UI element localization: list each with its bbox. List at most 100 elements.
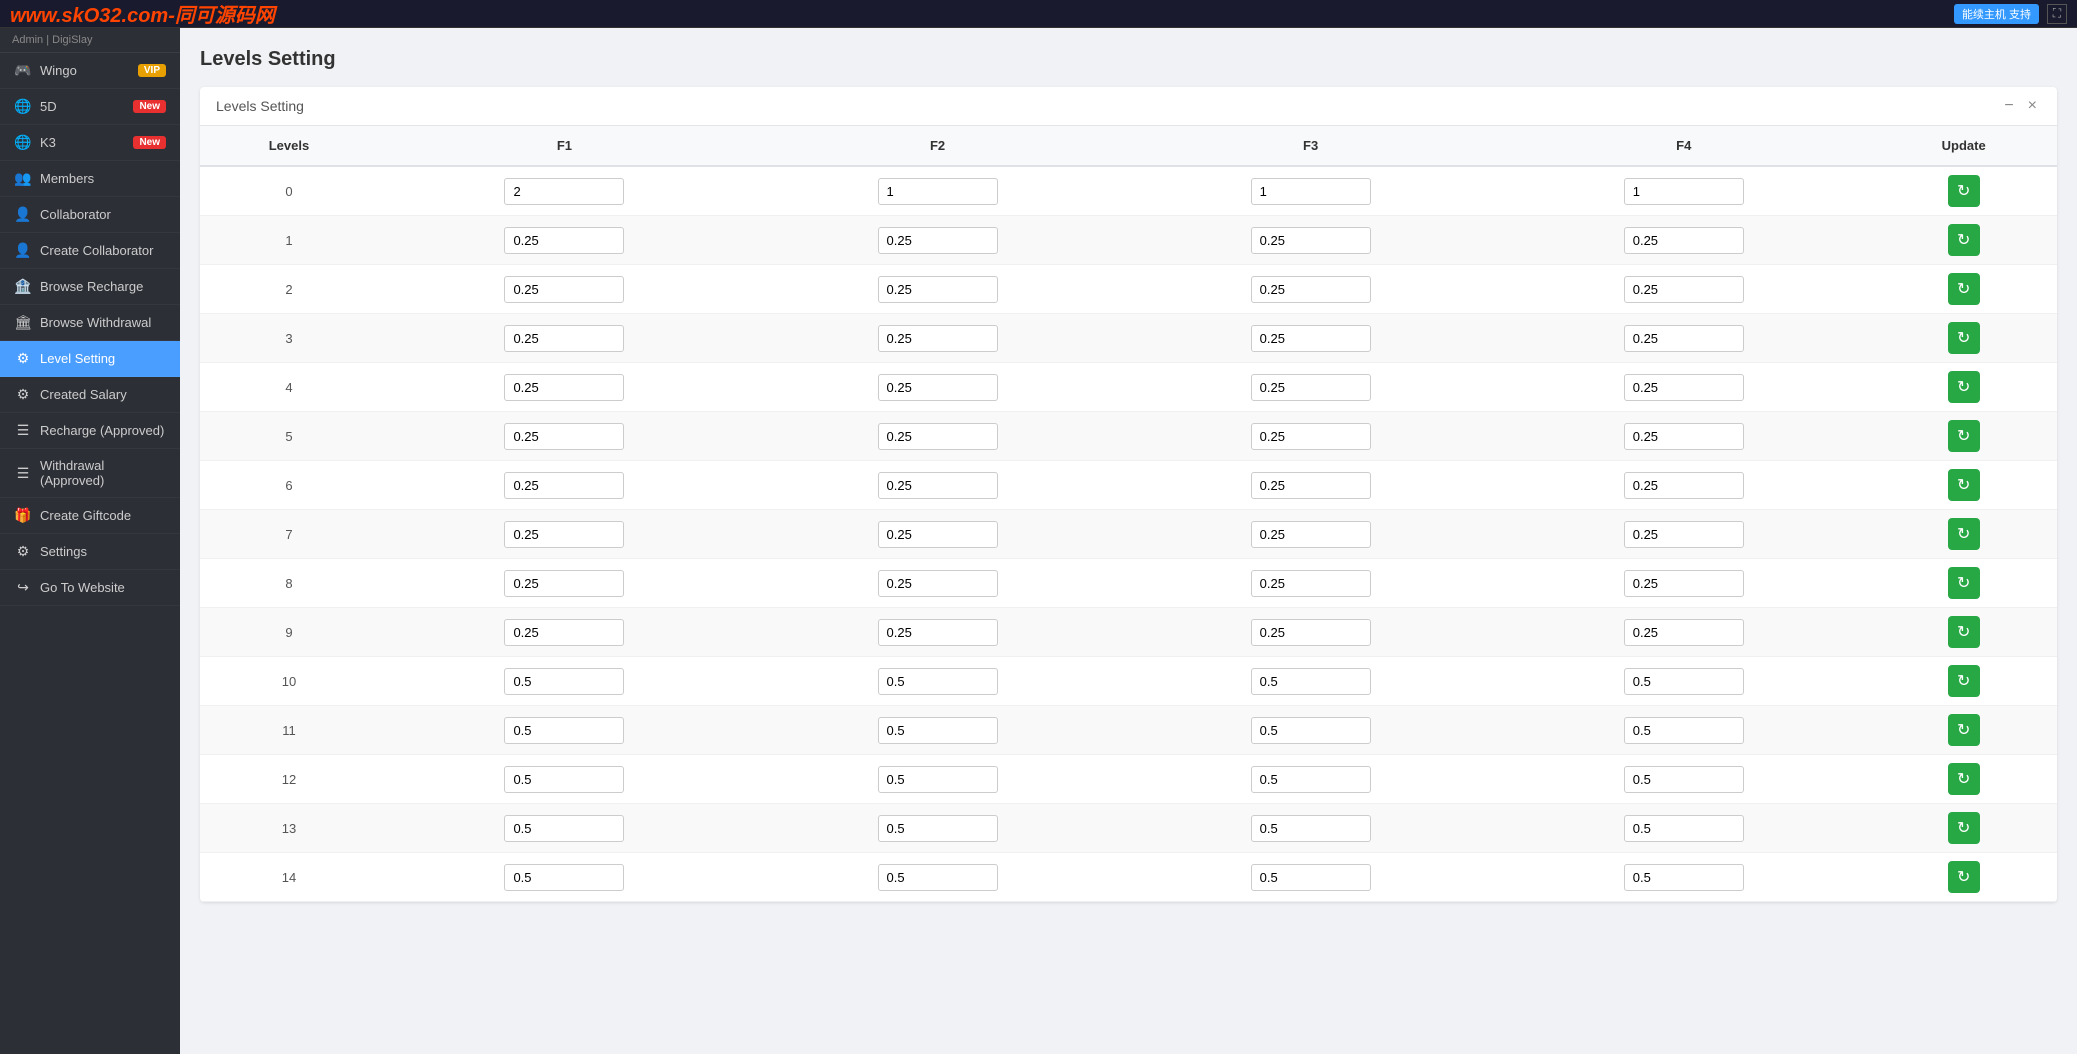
sidebar-item-settings[interactable]: ⚙ Settings bbox=[0, 534, 180, 570]
update-btn-6[interactable]: ↻ bbox=[1948, 469, 1980, 501]
input-13-f3[interactable] bbox=[1251, 815, 1371, 842]
update-btn-12[interactable]: ↻ bbox=[1948, 763, 1980, 795]
input-6-f2[interactable] bbox=[878, 472, 998, 499]
sidebar-item-browse-withdrawal[interactable]: 🏛 Browse Withdrawal bbox=[0, 305, 180, 341]
input-11-f3[interactable] bbox=[1251, 717, 1371, 744]
sidebar-item-collaborator[interactable]: 👤 Collaborator bbox=[0, 197, 180, 233]
input-4-f4[interactable] bbox=[1624, 374, 1744, 401]
input-3-f3[interactable] bbox=[1251, 325, 1371, 352]
input-5-f3[interactable] bbox=[1251, 423, 1371, 450]
sidebar-item-create-collaborator[interactable]: 👤 Create Collaborator bbox=[0, 233, 180, 269]
input-5-f4[interactable] bbox=[1624, 423, 1744, 450]
input-13-f4[interactable] bbox=[1624, 815, 1744, 842]
input-12-f4[interactable] bbox=[1624, 766, 1744, 793]
input-12-f3[interactable] bbox=[1251, 766, 1371, 793]
update-cell-9: ↻ bbox=[1870, 608, 2057, 657]
topbar-right: 能续主机 支持 ⛶ bbox=[1954, 4, 2067, 24]
input-2-f2[interactable] bbox=[878, 276, 998, 303]
input-9-f1[interactable] bbox=[504, 619, 624, 646]
input-1-f1[interactable] bbox=[504, 227, 624, 254]
input-13-f2[interactable] bbox=[878, 815, 998, 842]
topbar-expand-btn[interactable]: ⛶ bbox=[2047, 4, 2067, 24]
input-0-f4[interactable] bbox=[1624, 178, 1744, 205]
update-btn-5[interactable]: ↻ bbox=[1948, 420, 1980, 452]
input-11-f2[interactable] bbox=[878, 717, 998, 744]
input-0-f2[interactable] bbox=[878, 178, 998, 205]
input-2-f3[interactable] bbox=[1251, 276, 1371, 303]
update-btn-7[interactable]: ↻ bbox=[1948, 518, 1980, 550]
input-3-f4[interactable] bbox=[1624, 325, 1744, 352]
input-11-f1[interactable] bbox=[504, 717, 624, 744]
input-9-f4[interactable] bbox=[1624, 619, 1744, 646]
created-salary-icon: ⚙ bbox=[14, 386, 32, 403]
input-6-f3[interactable] bbox=[1251, 472, 1371, 499]
input-5-f1[interactable] bbox=[504, 423, 624, 450]
input-0-f3[interactable] bbox=[1251, 178, 1371, 205]
update-btn-3[interactable]: ↻ bbox=[1948, 322, 1980, 354]
sidebar-item-wingo[interactable]: 🎮 Wingo VIP bbox=[0, 53, 180, 89]
input-14-f3[interactable] bbox=[1251, 864, 1371, 891]
update-btn-0[interactable]: ↻ bbox=[1948, 175, 1980, 207]
sidebar-item-level-setting[interactable]: ⚙ Level Setting bbox=[0, 341, 180, 377]
update-btn-10[interactable]: ↻ bbox=[1948, 665, 1980, 697]
sidebar-item-k3[interactable]: 🌐 K3 New bbox=[0, 125, 180, 161]
input-10-f4[interactable] bbox=[1624, 668, 1744, 695]
input-14-f1[interactable] bbox=[504, 864, 624, 891]
update-btn-4[interactable]: ↻ bbox=[1948, 371, 1980, 403]
input-8-f1[interactable] bbox=[504, 570, 624, 597]
input-9-f3[interactable] bbox=[1251, 619, 1371, 646]
update-btn-1[interactable]: ↻ bbox=[1948, 224, 1980, 256]
input-9-f2[interactable] bbox=[878, 619, 998, 646]
sidebar-item-created-salary[interactable]: ⚙ Created Salary bbox=[0, 377, 180, 413]
update-btn-13[interactable]: ↻ bbox=[1948, 812, 1980, 844]
input-12-f2[interactable] bbox=[878, 766, 998, 793]
input-12-f1[interactable] bbox=[504, 766, 624, 793]
update-btn-8[interactable]: ↻ bbox=[1948, 567, 1980, 599]
cell-9-f3 bbox=[1124, 608, 1497, 657]
sidebar-item-recharge-approved[interactable]: ☰ Recharge (Approved) bbox=[0, 413, 180, 449]
input-14-f4[interactable] bbox=[1624, 864, 1744, 891]
input-3-f1[interactable] bbox=[504, 325, 624, 352]
update-btn-2[interactable]: ↻ bbox=[1948, 273, 1980, 305]
input-2-f4[interactable] bbox=[1624, 276, 1744, 303]
input-7-f3[interactable] bbox=[1251, 521, 1371, 548]
input-6-f4[interactable] bbox=[1624, 472, 1744, 499]
update-btn-11[interactable]: ↻ bbox=[1948, 714, 1980, 746]
input-7-f2[interactable] bbox=[878, 521, 998, 548]
input-8-f3[interactable] bbox=[1251, 570, 1371, 597]
input-10-f3[interactable] bbox=[1251, 668, 1371, 695]
input-7-f4[interactable] bbox=[1624, 521, 1744, 548]
input-0-f1[interactable] bbox=[504, 178, 624, 205]
input-14-f2[interactable] bbox=[878, 864, 998, 891]
card-close-btn[interactable]: × bbox=[2024, 97, 2041, 115]
input-4-f3[interactable] bbox=[1251, 374, 1371, 401]
input-8-f4[interactable] bbox=[1624, 570, 1744, 597]
input-2-f1[interactable] bbox=[504, 276, 624, 303]
input-8-f2[interactable] bbox=[878, 570, 998, 597]
input-10-f1[interactable] bbox=[504, 668, 624, 695]
input-4-f2[interactable] bbox=[878, 374, 998, 401]
input-1-f4[interactable] bbox=[1624, 227, 1744, 254]
sidebar-item-browse-recharge[interactable]: 🏦 Browse Recharge bbox=[0, 269, 180, 305]
input-5-f2[interactable] bbox=[878, 423, 998, 450]
input-1-f3[interactable] bbox=[1251, 227, 1371, 254]
topbar-action-btn[interactable]: 能续主机 支持 bbox=[1954, 4, 2039, 24]
input-6-f1[interactable] bbox=[504, 472, 624, 499]
sidebar-item-withdrawal-approved[interactable]: ☰ Withdrawal (Approved) bbox=[0, 449, 180, 498]
sidebar-item-members[interactable]: 👥 Members bbox=[0, 161, 180, 197]
update-btn-14[interactable]: ↻ bbox=[1948, 861, 1980, 893]
col-header-f3: F3 bbox=[1124, 126, 1497, 166]
input-13-f1[interactable] bbox=[504, 815, 624, 842]
input-7-f1[interactable] bbox=[504, 521, 624, 548]
sidebar-item-go-to-website[interactable]: ↪ Go To Website bbox=[0, 570, 180, 606]
input-10-f2[interactable] bbox=[878, 668, 998, 695]
input-11-f4[interactable] bbox=[1624, 717, 1744, 744]
input-3-f2[interactable] bbox=[878, 325, 998, 352]
update-btn-9[interactable]: ↻ bbox=[1948, 616, 1980, 648]
input-4-f1[interactable] bbox=[504, 374, 624, 401]
sidebar-item-create-giftcode[interactable]: 🎁 Create Giftcode bbox=[0, 498, 180, 534]
sidebar-item-5d[interactable]: 🌐 5D New bbox=[0, 89, 180, 125]
create-giftcode-icon: 🎁 bbox=[14, 507, 32, 524]
input-1-f2[interactable] bbox=[878, 227, 998, 254]
card-minimize-btn[interactable]: − bbox=[2000, 97, 2017, 115]
